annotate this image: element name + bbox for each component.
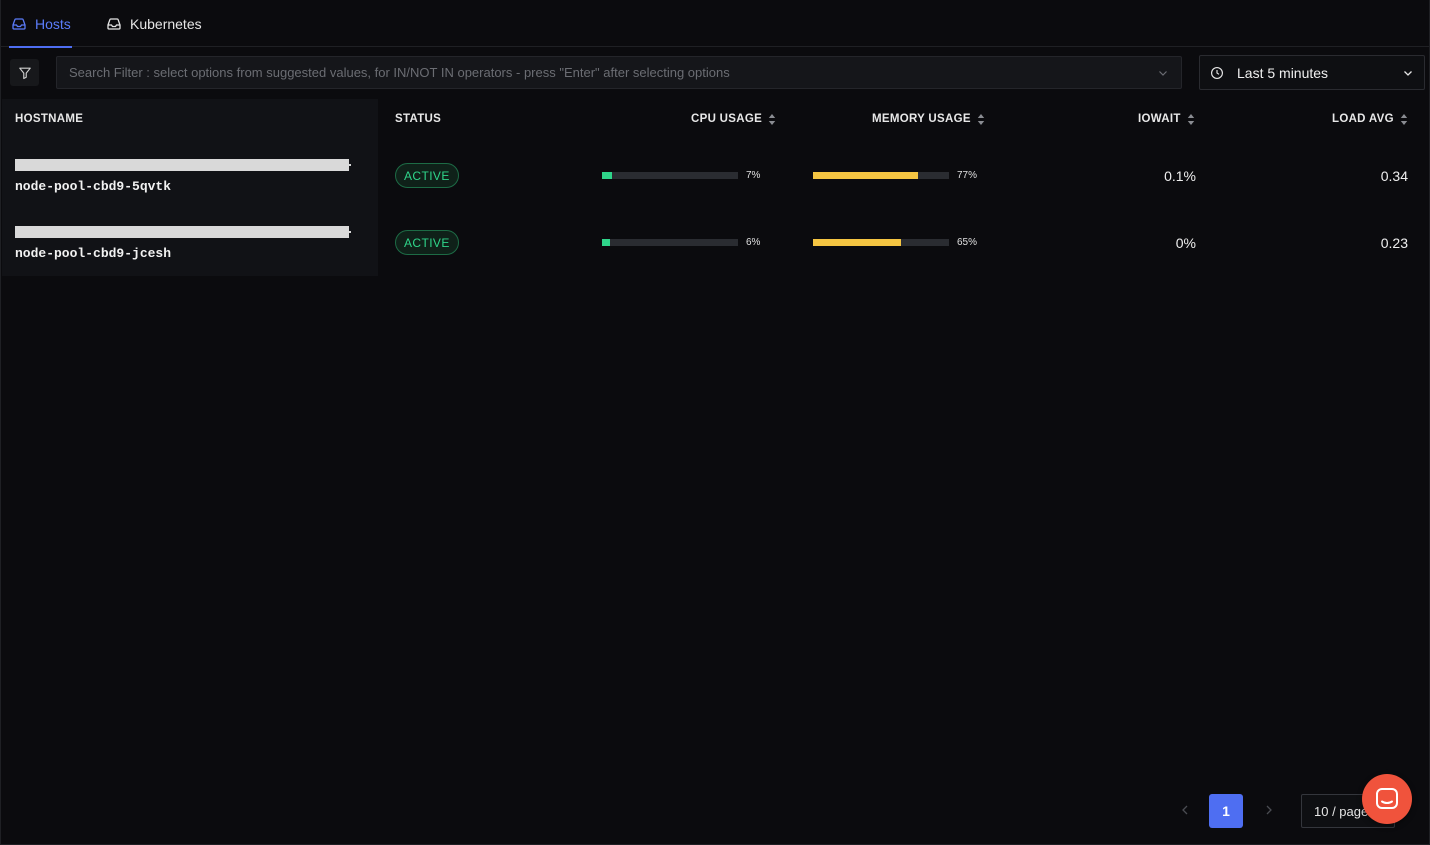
cpu-usage-value: 6% [746, 237, 761, 248]
sort-icon[interactable] [977, 113, 985, 125]
redacted-text [15, 226, 349, 238]
tab-kubernetes-label: Kubernetes [130, 15, 202, 32]
hostname-cell[interactable]: node-pool-cbd9-jcesh [15, 246, 171, 261]
memory-usage-bar-fill [813, 172, 918, 179]
cpu-usage-bar [602, 239, 738, 246]
redacted-text [347, 231, 351, 233]
cpu-usage-value: 7% [746, 170, 761, 181]
chevron-left-icon [1181, 805, 1187, 815]
time-range-label: Last 5 minutes [1237, 64, 1329, 81]
table-row[interactable]: node-pool-cbd9-jcesh ACTIVE 6% 65% 0% 0.… [1, 209, 1429, 275]
time-range-select[interactable]: Last 5 minutes [1199, 55, 1425, 90]
chat-support-button[interactable] [1362, 774, 1412, 824]
chevron-down-icon [1404, 70, 1412, 76]
cpu-usage-bar-fill [602, 239, 611, 246]
memory-usage-bar-fill [813, 239, 902, 246]
column-header-iowait[interactable]: IOWAIT [1138, 113, 1195, 125]
load-avg-value: 0.34 [1380, 168, 1408, 184]
column-header-label: CPU USAGE [691, 113, 763, 125]
inbox-icon [107, 17, 121, 30]
tab-bar: Hosts Kubernetes [1, 0, 1429, 48]
cpu-usage-bar [602, 172, 738, 179]
page-number-button[interactable]: 1 [1209, 794, 1243, 828]
redacted-text [15, 159, 349, 171]
clock-icon [1211, 66, 1223, 79]
load-avg-value: 0.23 [1380, 235, 1408, 251]
column-header-label: HOSTNAME [15, 113, 84, 125]
inbox-icon [12, 17, 26, 30]
tab-kubernetes[interactable]: Kubernetes [106, 0, 202, 47]
column-header-status: STATUS [395, 113, 441, 125]
search-filter-input[interactable] [69, 65, 1149, 80]
status-badge: ACTIVE [395, 163, 459, 188]
iowait-value: 0.1% [1164, 168, 1196, 184]
hosts-page: Hosts Kubernetes Last 5 minutes [0, 0, 1430, 845]
filter-toggle-button[interactable] [10, 59, 39, 86]
next-page-button[interactable] [1261, 802, 1275, 818]
redacted-text [347, 164, 351, 166]
status-badge: ACTIVE [395, 230, 459, 255]
tab-hosts-label: Hosts [35, 15, 71, 32]
chevron-down-icon[interactable] [1157, 67, 1169, 79]
chevron-right-icon [1266, 805, 1272, 815]
sort-icon[interactable] [1187, 113, 1195, 125]
sort-icon[interactable] [768, 113, 776, 125]
sort-icon[interactable] [1400, 113, 1408, 125]
table-row[interactable]: node-pool-cbd9-5qvtk ACTIVE 7% 77% 0.1% … [1, 142, 1429, 208]
column-header-memory-usage[interactable]: MEMORY USAGE [872, 113, 985, 125]
previous-page-button[interactable] [1178, 802, 1192, 818]
cpu-usage-bar-fill [602, 172, 612, 179]
tab-hosts[interactable]: Hosts [9, 0, 72, 48]
memory-usage-value: 77% [957, 170, 978, 181]
memory-usage-bar [813, 239, 949, 246]
column-header-label: LOAD AVG [1332, 113, 1394, 125]
active-tab-indicator [9, 46, 72, 48]
hostname-cell[interactable]: node-pool-cbd9-5qvtk [15, 179, 171, 194]
chat-icon [1376, 788, 1398, 809]
column-header-label: MEMORY USAGE [872, 113, 971, 125]
iowait-value: 0% [1175, 235, 1196, 251]
filter-icon [18, 67, 31, 79]
memory-usage-value: 65% [957, 237, 978, 248]
column-header-hostname: HOSTNAME [15, 113, 83, 125]
column-header-label: STATUS [395, 113, 442, 125]
column-header-cpu-usage[interactable]: CPU USAGE [691, 113, 776, 125]
column-header-load-avg[interactable]: LOAD AVG [1332, 113, 1408, 125]
search-filter[interactable] [56, 56, 1182, 89]
column-header-label: IOWAIT [1138, 113, 1181, 125]
memory-usage-bar [813, 172, 949, 179]
